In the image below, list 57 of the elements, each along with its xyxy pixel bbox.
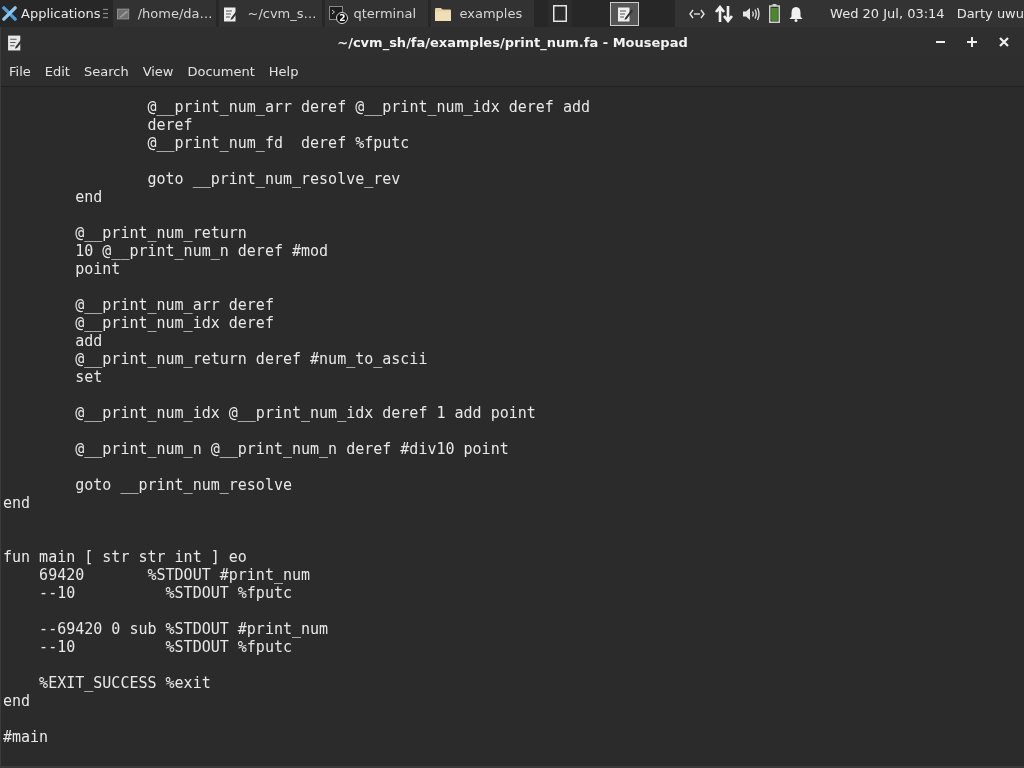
code-line: #main [3, 728, 49, 746]
code-line: @__print_num_idx deref [75, 314, 274, 332]
taskbar-button[interactable]: /home/da… [113, 0, 217, 27]
notepad-icon[interactable] [7, 33, 24, 51]
square-icon [553, 5, 568, 22]
user-name[interactable]: Darty uwu [956, 6, 1024, 21]
clock[interactable]: Wed 20 Jul, 03:14 [830, 6, 945, 21]
battery-icon[interactable] [769, 4, 781, 23]
code-line: @__print_num_idx @__print_num_idx deref 1 add point [75, 404, 536, 422]
code-line: goto __print_num_resolve_rev [147, 170, 401, 188]
code-line: end [75, 188, 103, 206]
code-line: set [75, 368, 103, 386]
code-line: @__print_num_fd deref %fputc [147, 134, 410, 152]
menu-item[interactable]: Help [261, 60, 306, 83]
x-logo-icon [2, 6, 17, 21]
menu-item[interactable]: Search [76, 60, 136, 83]
code-line: @__print_num_return deref #num_to_ascii [75, 350, 428, 368]
code-line: add [75, 332, 103, 350]
code-line: 69420 %STDOUT #print_num [39, 566, 311, 584]
applications-menu-button[interactable]: Applications [0, 0, 101, 27]
transfer-arrows-icon[interactable] [714, 4, 735, 23]
minimize-icon [935, 41, 945, 43]
taskbar-button[interactable]: 2 qterminal [325, 0, 429, 27]
code-line: @__print_num_arr deref [75, 296, 274, 314]
close-icon [999, 37, 1009, 47]
code-line: --10 %STDOUT %fputc [39, 638, 292, 656]
window-title: ~/cvm_sh/fa/examples/print_num.fa - Mousepad [337, 34, 688, 50]
code-line: @__print_num_n @__print_num_n deref #div10 point [75, 440, 509, 458]
grip-icon[interactable] [103, 8, 109, 19]
bell-icon[interactable] [789, 5, 804, 22]
taskbar-button[interactable]: examples [431, 0, 535, 27]
volume-icon[interactable] [743, 6, 761, 21]
menu-item[interactable]: File [2, 60, 38, 83]
maximize-icon [967, 37, 977, 47]
taskbar-button[interactable]: ~/cvm_s… [219, 0, 323, 27]
code-line: %EXIT_SUCCESS %exit [39, 674, 211, 692]
menu-item[interactable]: View [135, 60, 181, 83]
code-line: fun main [ str str int ] eo [3, 548, 247, 566]
code-line: end [3, 494, 31, 512]
code-line: point [75, 260, 121, 278]
notepad-icon [616, 5, 633, 22]
menu-item[interactable]: Edit [37, 60, 77, 83]
code-line: deref [147, 116, 193, 134]
window-icon [117, 5, 130, 22]
show-desktop-button[interactable] [548, 0, 573, 27]
code-line: --69420 0 sub %STDOUT #print_num [39, 620, 329, 638]
code-line: @__print_num_return [75, 224, 247, 242]
code-line: @__print_num_arr deref @__print_num_idx deref add [147, 98, 590, 116]
menu-item[interactable]: Document [180, 60, 262, 83]
code-line: --10 %STDOUT %fputc [39, 584, 292, 602]
workspace-pager-button[interactable] [610, 1, 640, 26]
code-line: end [3, 692, 31, 710]
code-line: goto __print_num_resolve [75, 476, 292, 494]
network-icon[interactable] [689, 8, 706, 19]
code-line: 10 @__print_num_n deref #mod [75, 242, 329, 260]
folder-icon [435, 6, 452, 21]
terminal-icon [329, 5, 344, 20]
